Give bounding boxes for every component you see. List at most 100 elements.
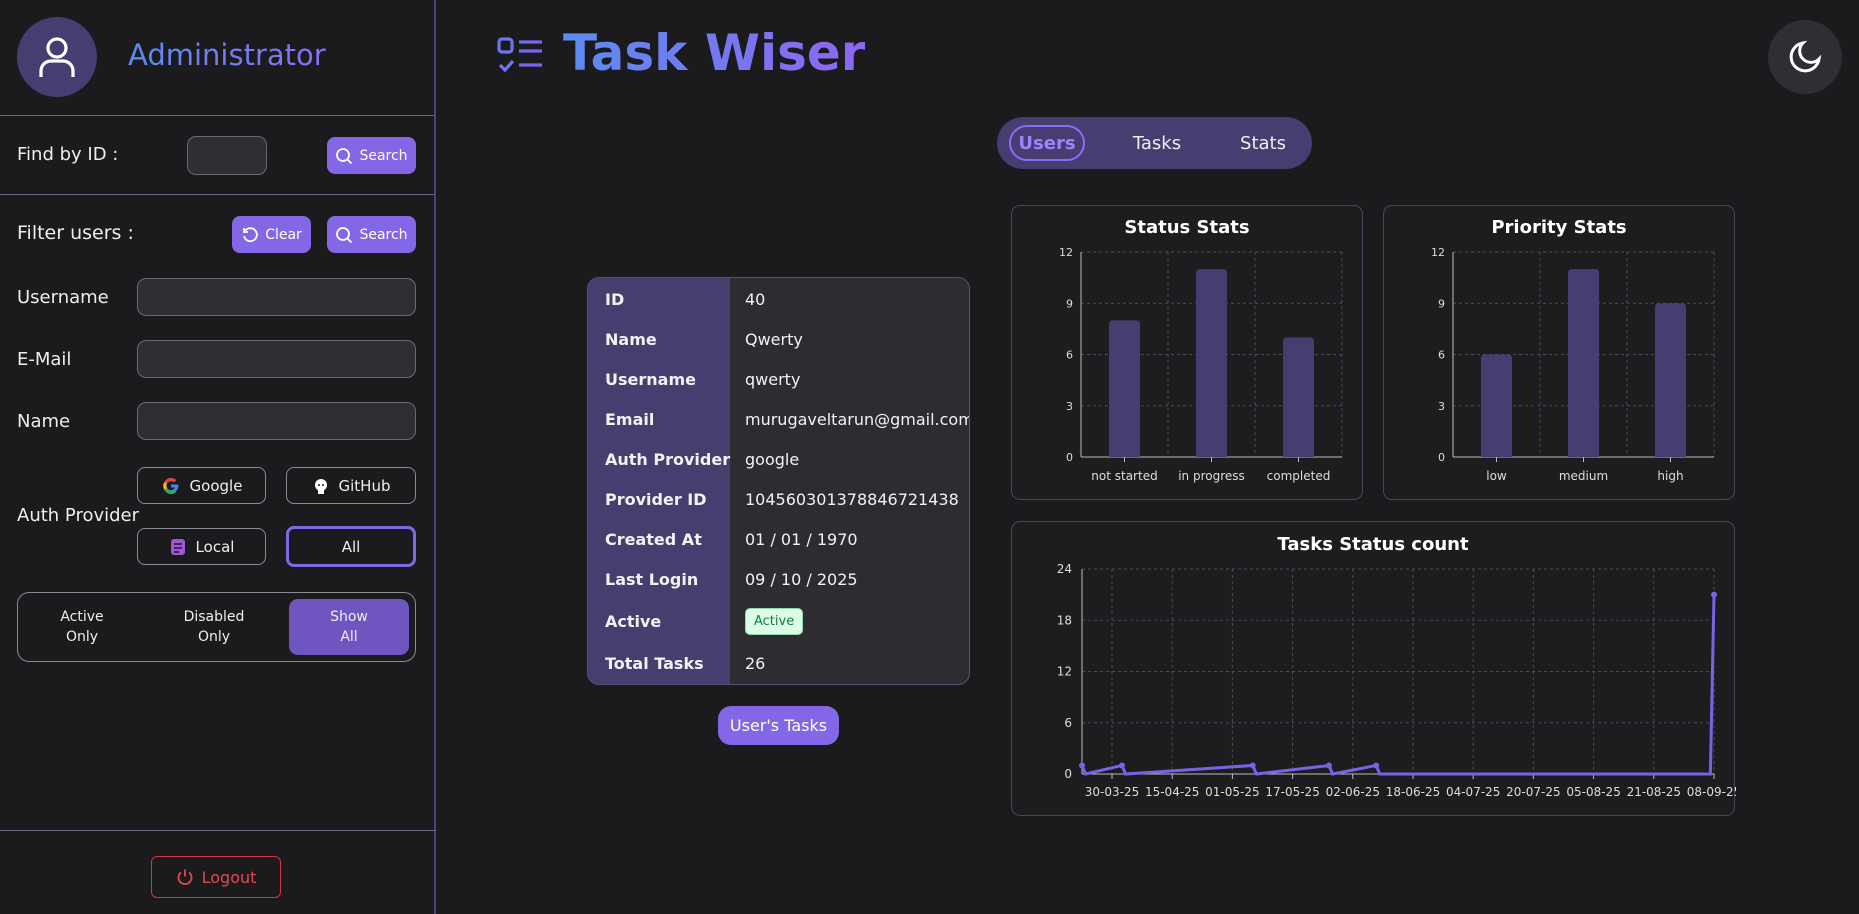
option-line: Active bbox=[60, 609, 104, 625]
reset-icon bbox=[243, 226, 258, 242]
option-line: Disabled bbox=[183, 609, 245, 625]
moon-icon bbox=[1789, 40, 1822, 73]
x-tick-label: in progress bbox=[1178, 469, 1245, 483]
user-detail-row: Auth Provider google bbox=[588, 440, 969, 480]
user-detail-row: Last Login 09 / 10 / 2025 bbox=[588, 560, 969, 600]
status-disabled-only-option[interactable]: Disabled Only bbox=[154, 599, 274, 655]
x-tick-label: low bbox=[1486, 469, 1507, 483]
user-detail-card: ID 40 Name Qwerty Username qwerty Email muru… bbox=[587, 277, 970, 685]
y-tick-label: 6 bbox=[1438, 349, 1445, 362]
data-point bbox=[1118, 762, 1125, 769]
priority-stats-plot: 0 3 6 9 12 low medium high bbox=[1431, 246, 1715, 483]
data-point bbox=[1373, 762, 1380, 769]
user-tasks-button[interactable]: User's Tasks bbox=[718, 706, 839, 745]
x-tick-label: not started bbox=[1091, 469, 1157, 483]
series-line bbox=[1080, 594, 1716, 776]
power-icon bbox=[177, 869, 192, 886]
row-key: Total Tasks bbox=[605, 654, 704, 673]
row-value: 26 bbox=[745, 654, 766, 673]
y-tick-label: 9 bbox=[1438, 297, 1445, 310]
email-label: E-Mail bbox=[17, 349, 72, 370]
provider-local-label: Local bbox=[195, 537, 235, 556]
find-by-id-input[interactable] bbox=[187, 136, 267, 175]
user-detail-row: Total Tasks 26 bbox=[588, 644, 969, 684]
row-key: Email bbox=[605, 410, 655, 429]
search-button-label: Search bbox=[359, 226, 408, 243]
email-field[interactable] bbox=[137, 340, 416, 378]
app-title: Task Wiser bbox=[563, 24, 866, 82]
provider-all-button[interactable]: All bbox=[286, 526, 416, 567]
logout-label: Logout bbox=[201, 867, 257, 887]
row-key: ID bbox=[605, 290, 625, 309]
y-tick-label: 6 bbox=[1064, 716, 1072, 730]
status-show-all-option[interactable]: Show All bbox=[289, 599, 409, 655]
data-point bbox=[1325, 762, 1332, 769]
row-value: 104560301378846721438 bbox=[745, 490, 959, 509]
x-tick-label: 01-05-25 bbox=[1205, 785, 1259, 799]
user-icon bbox=[39, 37, 75, 77]
x-tick-label: 04-07-25 bbox=[1446, 785, 1500, 799]
y-tick-label: 12 bbox=[1057, 665, 1072, 679]
bar bbox=[1283, 337, 1314, 457]
row-key: Last Login bbox=[605, 570, 699, 589]
row-key: Auth Provider bbox=[605, 450, 731, 469]
y-tick-label: 24 bbox=[1057, 562, 1072, 576]
filter-search-button[interactable]: Search bbox=[327, 216, 416, 253]
row-value: google bbox=[745, 450, 800, 469]
option-line: Only bbox=[65, 629, 99, 645]
x-tick-label: 02-06-25 bbox=[1326, 785, 1380, 799]
bar bbox=[1568, 269, 1599, 457]
theme-toggle-button[interactable] bbox=[1768, 20, 1842, 94]
x-tick-label: 05-08-25 bbox=[1566, 785, 1620, 799]
x-tick-label: 20-07-25 bbox=[1506, 785, 1560, 799]
row-key: Provider ID bbox=[605, 490, 707, 509]
avatar[interactable] bbox=[17, 17, 97, 97]
bar bbox=[1655, 303, 1686, 457]
user-detail-row: Username qwerty bbox=[588, 360, 969, 400]
username-field[interactable] bbox=[137, 278, 416, 316]
provider-local-button[interactable]: Local bbox=[137, 528, 266, 565]
y-tick-label: 9 bbox=[1066, 297, 1073, 310]
y-tick-label: 0 bbox=[1066, 451, 1073, 464]
provider-github-button[interactable]: GitHub bbox=[286, 467, 416, 504]
x-tick-label: completed bbox=[1267, 469, 1331, 483]
logout-button[interactable]: Logout bbox=[151, 856, 281, 898]
row-key: Active bbox=[605, 612, 662, 631]
search-icon bbox=[336, 147, 353, 164]
y-tick-label: 12 bbox=[1059, 246, 1073, 259]
option-line: Only bbox=[197, 629, 231, 645]
find-by-id-search-button[interactable]: Search bbox=[327, 137, 416, 174]
tab-users[interactable]: Users bbox=[1009, 125, 1085, 161]
status-stats-plot: 0 3 6 9 12 not started in progress completed bbox=[1059, 246, 1343, 483]
status-stats-chart: Status Stats 0 3 6 9 12 not started in progres… bbox=[1011, 205, 1363, 500]
x-tick-label: 30-03-25 bbox=[1085, 785, 1139, 799]
y-tick-label: 3 bbox=[1066, 400, 1073, 413]
provider-google-button[interactable]: Google bbox=[137, 467, 266, 504]
row-key: Created At bbox=[605, 530, 702, 549]
tasks-status-count-chart: Tasks Status count 0 6 12 18 24 30-03-25 15-04… bbox=[1011, 521, 1736, 816]
user-detail-row: Name Qwerty bbox=[588, 320, 969, 360]
user-role-title: Administrator bbox=[128, 38, 326, 72]
x-tick-label: 08-09-25 bbox=[1687, 785, 1736, 799]
row-key: Name bbox=[605, 330, 657, 349]
task-list-icon bbox=[497, 37, 542, 73]
y-tick-label: 18 bbox=[1057, 613, 1072, 627]
bar bbox=[1481, 354, 1512, 457]
priority-stats-chart: Priority Stats 0 3 6 9 12 low medium high bbox=[1383, 205, 1735, 500]
find-by-id-row: Find by ID : Search bbox=[0, 116, 434, 195]
user-detail-row: Active Active bbox=[588, 602, 969, 642]
name-field[interactable] bbox=[137, 402, 416, 440]
local-icon bbox=[170, 538, 185, 555]
tasks-status-count-plot: 0 6 12 18 24 30-03-25 15-04-25 01-05-25 17-05-25… bbox=[1057, 562, 1736, 799]
status-active-only-option[interactable]: Active Only bbox=[22, 599, 142, 655]
data-point bbox=[1079, 762, 1085, 769]
data-point bbox=[1249, 762, 1256, 769]
clear-filter-button[interactable]: Clear bbox=[232, 216, 311, 253]
sidebar-header: Administrator bbox=[0, 0, 434, 116]
tab-tasks[interactable]: Tasks bbox=[1127, 125, 1187, 161]
row-value: 40 bbox=[745, 290, 766, 309]
user-detail-row: Created At 01 / 01 / 1970 bbox=[588, 520, 969, 560]
tab-stats[interactable]: Stats bbox=[1233, 125, 1293, 161]
provider-all-label: All bbox=[341, 537, 361, 556]
row-key: Username bbox=[605, 370, 696, 389]
